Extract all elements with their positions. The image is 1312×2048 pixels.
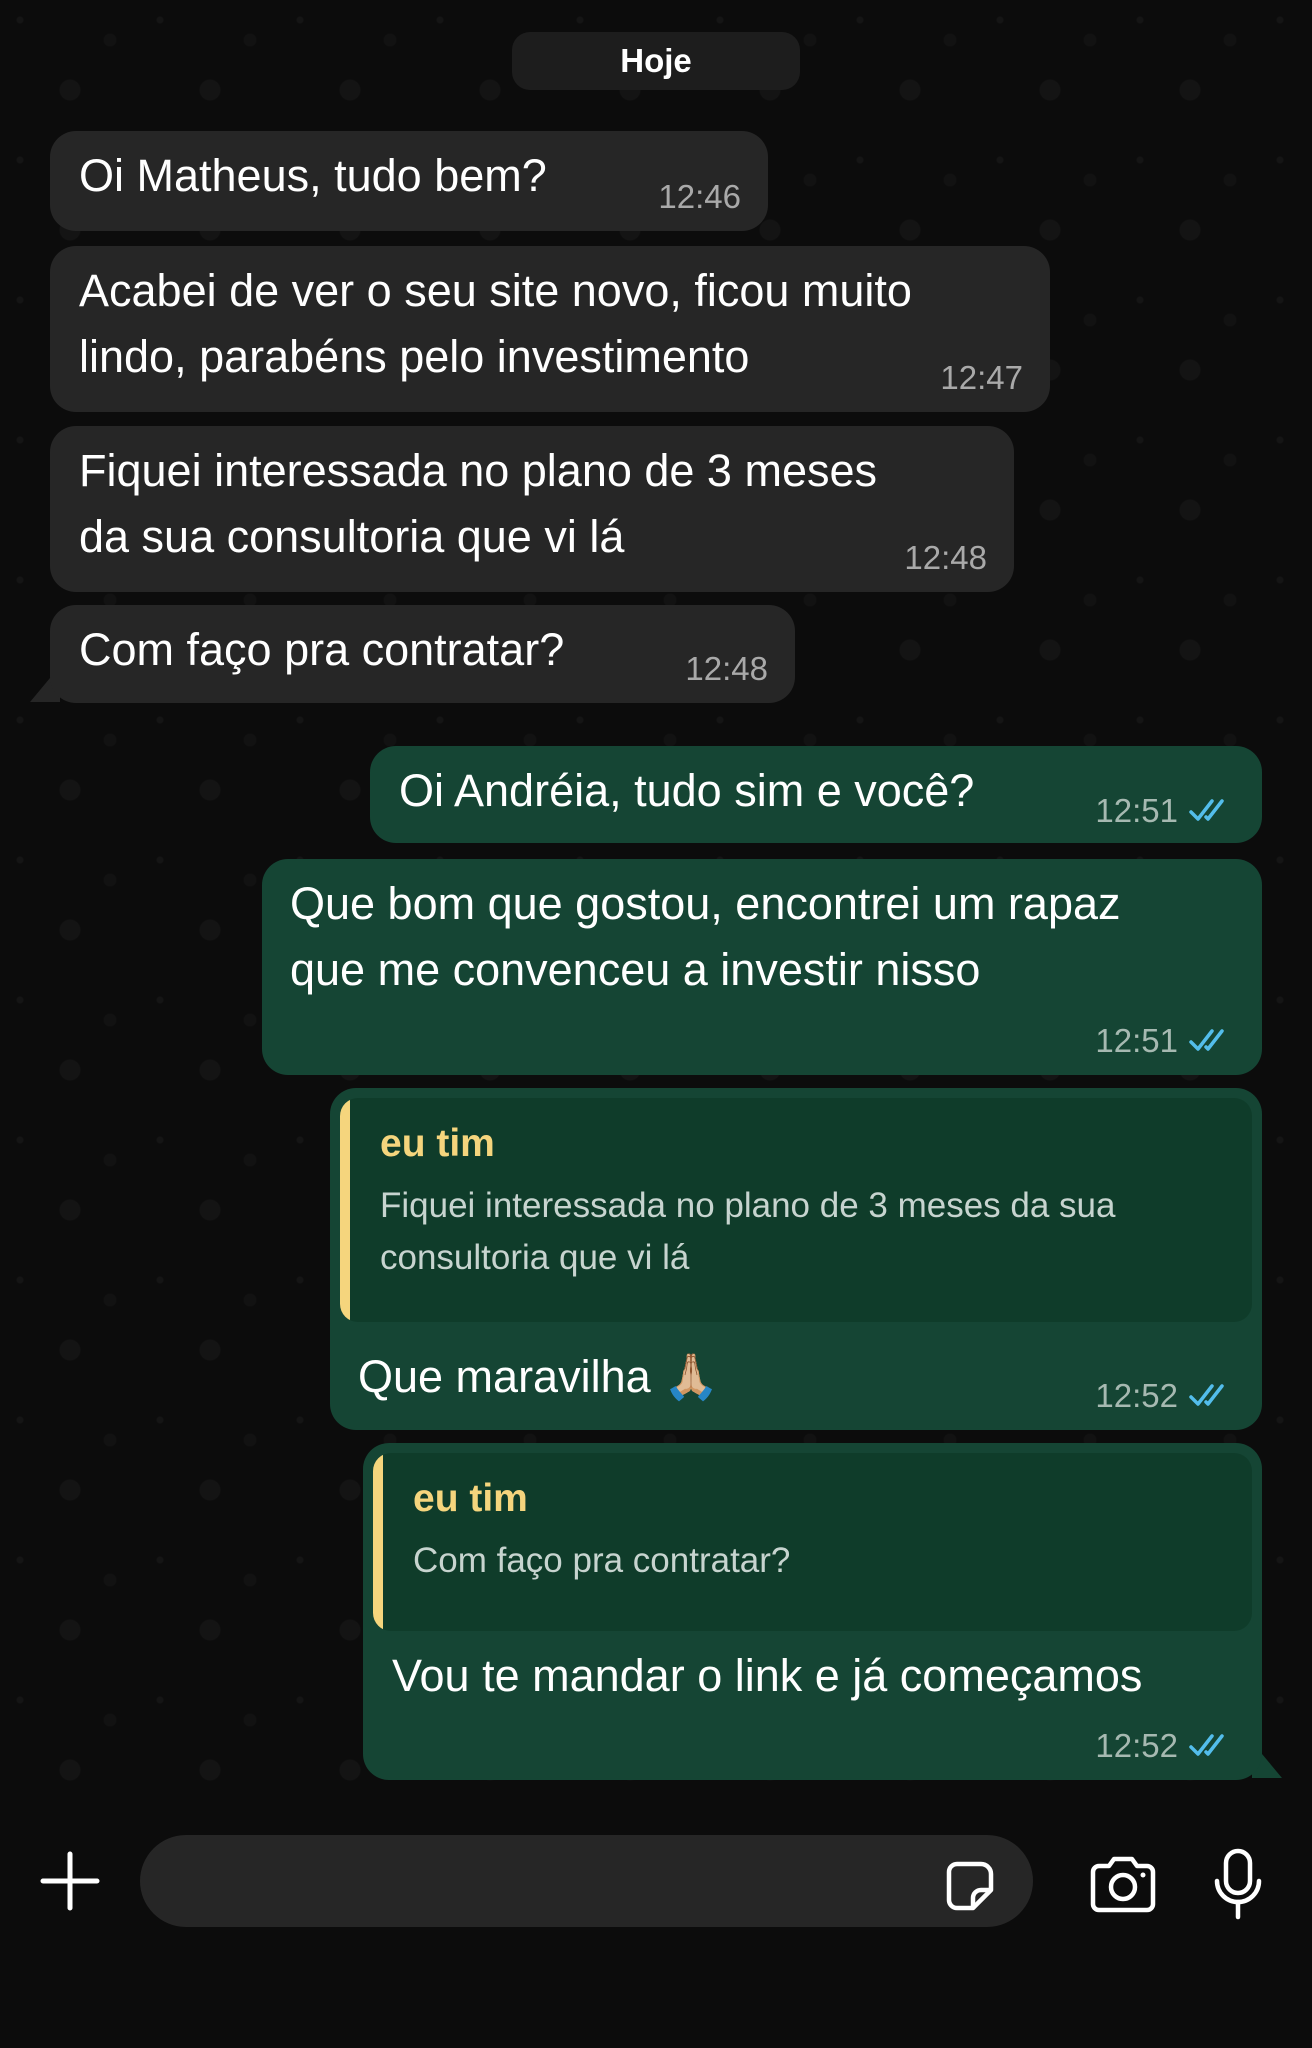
composer-bar	[0, 1805, 1312, 2048]
message-time: 12:51	[1095, 1022, 1178, 1059]
message-text: Oi Matheus, tudo bem?	[79, 150, 547, 201]
message-text: Vou te mandar o link e já começamos	[392, 1650, 1143, 1701]
plus-icon[interactable]	[30, 1841, 110, 1921]
message-text: Que maravilha 🙏🏼	[358, 1351, 720, 1402]
message-time: 12:51	[1095, 792, 1178, 829]
message-text: Que bom que gostou, encontrei um rapaz	[290, 878, 1121, 929]
outgoing-message[interactable]: Oi Andréia, tudo sim e você? 12:51	[370, 746, 1262, 843]
message-text: Fiquei interessada no plano de 3 meses	[79, 445, 878, 496]
quote-text: Fiquei interessada no plano de 3 meses d…	[380, 1186, 1116, 1225]
quote-accent-bar	[373, 1453, 383, 1631]
message-text: Oi Andréia, tudo sim e você?	[399, 765, 975, 816]
quoted-message[interactable]: eu tim Fiquei interessada no plano de 3 …	[340, 1098, 1252, 1322]
message-time: 12:47	[940, 359, 1023, 396]
quote-text: Com faço pra contratar?	[413, 1541, 791, 1580]
quote-author: eu tim	[413, 1477, 528, 1520]
read-receipt-icon	[1189, 1384, 1224, 1406]
message-input[interactable]	[140, 1835, 1033, 1927]
message-text: que me convenceu a investir nisso	[290, 944, 981, 995]
outgoing-message[interactable]: Que bom que gostou, encontrei um rapaz q…	[262, 859, 1262, 1075]
message-time: 12:52	[1095, 1377, 1178, 1414]
date-divider: Hoje	[512, 32, 800, 90]
quoted-message[interactable]: eu tim Com faço pra contratar?	[373, 1453, 1252, 1631]
incoming-message[interactable]: Acabei de ver o seu site novo, ficou mui…	[50, 246, 1050, 412]
quote-author: eu tim	[380, 1122, 495, 1165]
outgoing-reply-message[interactable]: eu tim Fiquei interessada no plano de 3 …	[330, 1088, 1262, 1430]
message-text: lindo, parabéns pelo investimento	[79, 331, 750, 382]
microphone-icon[interactable]	[1196, 1839, 1280, 1929]
read-receipt-icon	[1189, 799, 1224, 821]
message-text: Acabei de ver o seu site novo, ficou mui…	[79, 265, 912, 316]
incoming-message[interactable]: Oi Matheus, tudo bem? 12:46	[50, 131, 768, 231]
outgoing-reply-message[interactable]: eu tim Com faço pra contratar? Vou te ma…	[363, 1443, 1262, 1780]
sticker-icon[interactable]	[930, 1847, 1010, 1927]
message-text: Com faço pra contratar?	[79, 624, 565, 675]
quote-text: consultoria que vi lá	[380, 1238, 690, 1277]
camera-icon[interactable]	[1080, 1841, 1166, 1927]
incoming-message[interactable]: Com faço pra contratar? 12:48	[50, 605, 795, 703]
chat-area[interactable]: Hoje Oi Matheus, tudo bem? 12:46 Acabei …	[0, 0, 1312, 1805]
message-time: 12:48	[904, 539, 987, 576]
message-time: 12:52	[1095, 1727, 1178, 1764]
read-receipt-icon	[1189, 1734, 1224, 1756]
quote-accent-bar	[340, 1098, 350, 1322]
message-time: 12:46	[658, 178, 741, 215]
read-receipt-icon	[1189, 1029, 1224, 1051]
incoming-message[interactable]: Fiquei interessada no plano de 3 meses d…	[50, 426, 1014, 592]
message-text: da sua consultoria que vi lá	[79, 511, 625, 562]
message-time: 12:48	[685, 650, 768, 687]
